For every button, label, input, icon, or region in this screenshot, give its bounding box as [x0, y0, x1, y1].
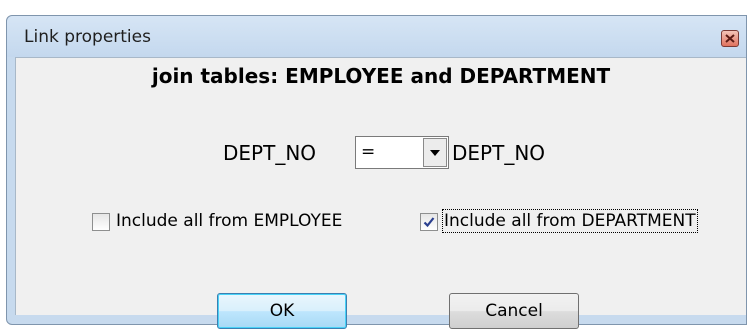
close-icon [725, 34, 735, 43]
operator-value: = [361, 142, 376, 162]
close-button[interactable] [721, 30, 739, 47]
window-title: Link properties [24, 27, 151, 47]
cancel-button[interactable]: Cancel [449, 293, 579, 329]
ok-button[interactable]: OK [217, 293, 347, 329]
include-department-option[interactable]: Include all from DEPARTMENT [420, 209, 747, 235]
right-field-label: DEPT_NO [452, 141, 546, 165]
include-department-checkbox[interactable] [420, 213, 438, 231]
join-heading: join tables: EMPLOYEE and DEPARTMENT [151, 64, 611, 88]
left-field-label: DEPT_NO [223, 141, 317, 165]
chevron-down-icon [430, 150, 440, 156]
title-bar[interactable]: Link properties [7, 16, 746, 57]
include-department-label: Include all from DEPARTMENT [442, 209, 698, 233]
link-properties-window: Link properties join tables: EMPLOYEE an… [6, 15, 747, 329]
dialog-body: join tables: EMPLOYEE and DEPARTMENT DEP… [15, 57, 747, 329]
include-employee-checkbox[interactable] [92, 213, 110, 231]
check-icon [423, 217, 435, 228]
include-employee-label: Include all from EMPLOYEE [116, 211, 343, 231]
operator-select[interactable]: = [355, 136, 449, 169]
include-employee-option[interactable]: Include all from EMPLOYEE [92, 211, 392, 235]
operator-dropdown-button[interactable] [423, 138, 447, 167]
